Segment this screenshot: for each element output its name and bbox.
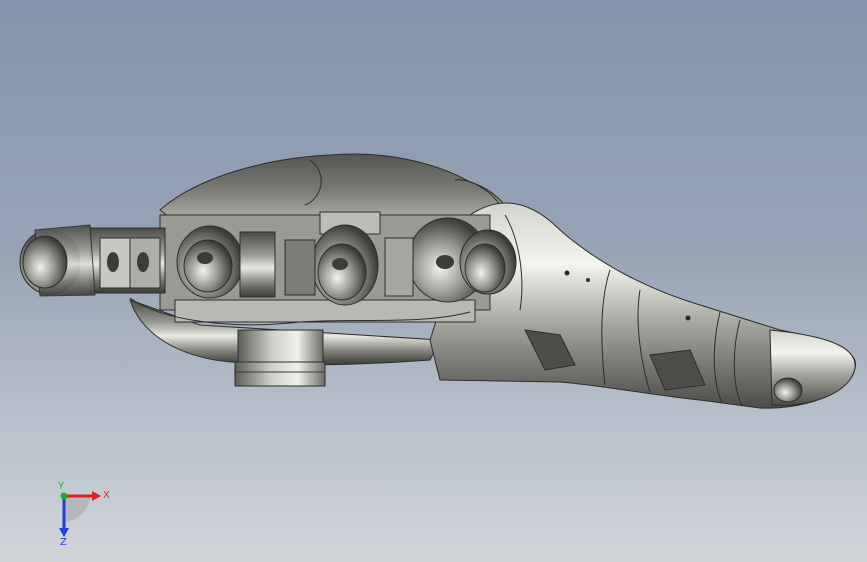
x-axis-arrowhead bbox=[92, 491, 101, 501]
x-axis-label: X bbox=[103, 490, 110, 501]
robotic-hand-model[interactable] bbox=[0, 0, 867, 562]
graphics-viewport[interactable]: X Y Z bbox=[0, 0, 867, 562]
y-axis-label: Y bbox=[57, 482, 65, 492]
triad-plane-icon bbox=[64, 496, 90, 522]
y-axis-dot bbox=[60, 492, 68, 500]
z-axis-label: Z bbox=[60, 537, 67, 546]
coordinate-triad: X Y Z bbox=[57, 482, 110, 546]
z-axis-arrowhead bbox=[59, 528, 69, 537]
